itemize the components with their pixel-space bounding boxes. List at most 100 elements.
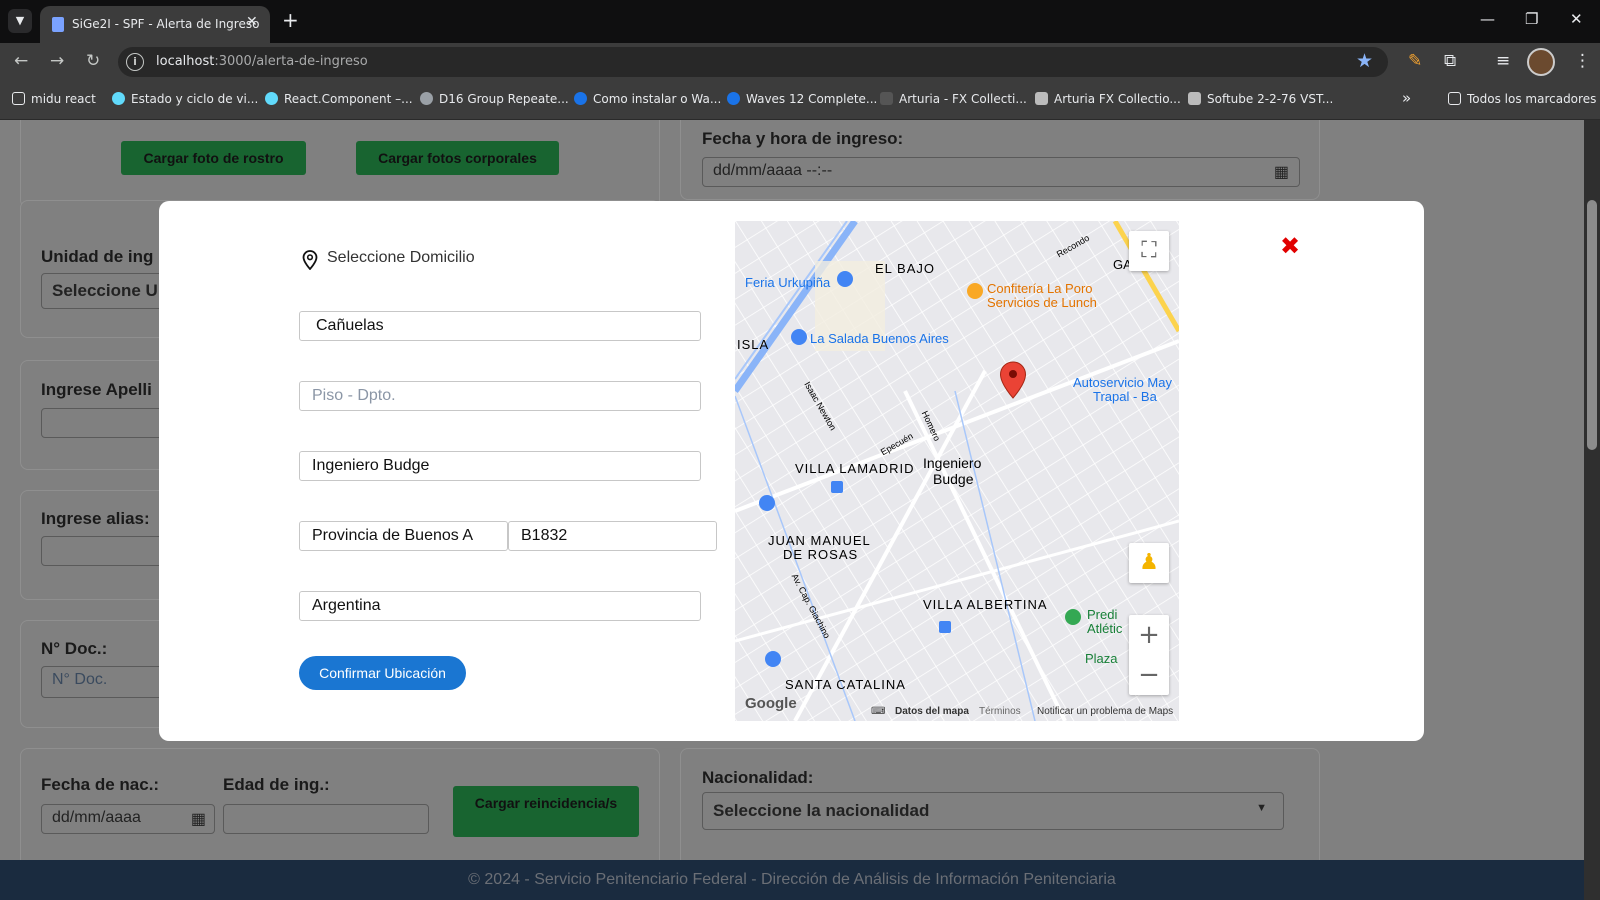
back-icon[interactable]: ← [14, 51, 28, 71]
nationality-select[interactable]: Seleccione la nacionalidad ▼ [702, 792, 1284, 830]
window-close-icon[interactable]: ✕ [1570, 10, 1583, 28]
report-problem-link[interactable]: Notificar un problema de Maps [1037, 706, 1173, 717]
map-label: Servicios de Lunch [987, 295, 1097, 310]
page-scrollbar[interactable] [1584, 120, 1600, 900]
pen-extension-icon[interactable]: ✎ [1408, 51, 1422, 71]
floor-apartment-field[interactable]: Piso - Dpto. [299, 381, 701, 411]
bookmarks-bar: midu react Estado y ciclo de vi... React… [0, 81, 1600, 120]
map-label: VILLA ALBERTINA [923, 597, 1048, 612]
bus-stop-icon[interactable] [831, 481, 843, 493]
tab-title: SiGe2I - SPF - Alerta de Ingreso [72, 17, 260, 31]
bookmark-item[interactable]: D16 Group Repeate... [420, 92, 569, 106]
map-label: Plaza [1085, 651, 1118, 666]
p-site-icon [727, 92, 740, 105]
restore-icon[interactable]: ❐ [1525, 10, 1538, 28]
globe-icon [420, 92, 433, 105]
url-bar[interactable]: i localhost:3000/alerta-de-ingreso ★ [118, 47, 1388, 77]
folder-icon [12, 92, 25, 105]
map-label: Trapal - Ba [1093, 389, 1157, 404]
park-poi-icon[interactable] [1065, 609, 1081, 625]
tab-active[interactable]: SiGe2I - SPF - Alerta de Ingreso ✕ [40, 6, 270, 43]
shopping-poi-icon[interactable] [759, 495, 775, 511]
bookmark-star-icon[interactable]: ★ [1356, 50, 1373, 72]
country-field[interactable]: Argentina [299, 591, 701, 621]
birth-date-input[interactable]: dd/mm/aaaa ▦ [41, 804, 215, 834]
shopping-poi-icon[interactable] [837, 271, 853, 287]
address-toolbar: ← → ↻ i localhost:3000/alerta-de-ingreso… [0, 43, 1600, 81]
map-label: Atlétic [1087, 621, 1123, 636]
locality-field[interactable]: Ingeniero Budge [299, 451, 701, 481]
age-label: Edad de ing.: [223, 775, 330, 794]
reload-icon[interactable]: ↻ [86, 51, 100, 71]
google-logo: Google [745, 695, 797, 712]
site-info-icon[interactable]: i [126, 53, 144, 71]
map-label: La Salada Buenos Aires [810, 331, 949, 346]
all-bookmarks-folder[interactable]: Todos los marcadores [1448, 92, 1596, 106]
calendar-icon[interactable]: ▦ [191, 809, 206, 829]
map-label: EL BAJO [875, 261, 935, 276]
chevron-down-icon: ▼ [1256, 802, 1267, 814]
postal-code-field[interactable]: B1832 [508, 521, 717, 551]
calendar-icon[interactable]: ▦ [1274, 162, 1289, 182]
media-controls-icon[interactable]: ≡ [1496, 51, 1510, 71]
page-footer: © 2024 - Servicio Penitenciario Federal … [0, 860, 1584, 900]
bookmark-item[interactable]: Arturia FX Collectio... [1035, 92, 1181, 106]
terms-link[interactable]: Términos [979, 706, 1021, 717]
image-site-icon [1035, 92, 1048, 105]
scrollbar-thumb[interactable] [1587, 200, 1597, 450]
shopping-poi-icon[interactable] [791, 329, 807, 345]
profile-avatar[interactable] [1527, 48, 1555, 76]
zoom-out-button[interactable]: − [1129, 655, 1169, 695]
browser-tab-strip: ▼ SiGe2I - SPF - Alerta de Ingreso ✕ + —… [0, 0, 1600, 43]
map-label: SANTA CATALINA [785, 677, 906, 692]
bookmark-item[interactable]: Estado y ciclo de vi... [112, 92, 258, 106]
tab-search-chevron-icon[interactable]: ▼ [8, 9, 32, 33]
map-marker-icon[interactable] [999, 361, 1027, 399]
map-label: Budge [933, 471, 974, 487]
doc-label: N° Doc.: [41, 639, 108, 658]
alias-label: Ingrese alias: [41, 509, 150, 528]
close-modal-icon[interactable]: ✖ [1280, 232, 1300, 260]
page-content: Cargar foto de rostro Cargar fotos corpo… [0, 120, 1600, 900]
zoom-in-button[interactable]: + [1129, 615, 1169, 655]
tab-close-icon[interactable]: ✕ [246, 14, 258, 30]
confirm-location-button[interactable]: Confirmar Ubicación [299, 656, 466, 690]
bookmark-item[interactable]: React.Component –... [265, 92, 413, 106]
url-text: localhost:3000/alerta-de-ingreso [156, 54, 368, 69]
entry-datetime-label: Fecha y hora de ingreso: [702, 129, 904, 148]
age-input[interactable] [223, 804, 429, 834]
menu-kebab-icon[interactable]: ⋮ [1574, 51, 1591, 71]
modal-title: Seleccione Domicilio [327, 249, 475, 266]
forward-icon[interactable]: → [50, 51, 64, 71]
street-view-pegman-icon[interactable]: ♟ [1129, 543, 1169, 583]
bookmark-item[interactable]: midu react [12, 92, 96, 106]
bookmark-item[interactable]: Waves 12 Complete... [727, 92, 877, 106]
street-field[interactable]: Cañuelas [299, 311, 701, 341]
address-modal: Seleccione Domicilio Cañuelas Piso - Dpt… [159, 201, 1424, 741]
bus-stop-icon[interactable] [939, 621, 951, 633]
entry-datetime-input[interactable]: dd/mm/aaaa --:-- ▦ [702, 157, 1300, 187]
map-label: ISLA [737, 337, 770, 352]
bookmark-item[interactable]: Softube 2-2-76 VST... [1188, 92, 1333, 106]
google-map[interactable]: EL BAJO Feria Urkupiña Confitería La Por… [735, 221, 1179, 721]
extensions-puzzle-icon[interactable]: ⧉ [1444, 51, 1456, 71]
map-label: JUAN MANUEL [768, 533, 871, 548]
upload-face-photo-button[interactable]: Cargar foto de rostro [121, 141, 306, 175]
upload-body-photos-button[interactable]: Cargar fotos corporales [356, 141, 559, 175]
react-icon [112, 92, 125, 105]
province-field[interactable]: Provincia de Buenos A [299, 521, 508, 551]
bookmark-item[interactable]: Como instalar o Wa... [574, 92, 721, 106]
fullscreen-icon[interactable]: ⛶ [1129, 231, 1169, 271]
react-icon [265, 92, 278, 105]
upload-recidivism-button[interactable]: Cargar reincidencia/s [453, 786, 639, 837]
shopping-poi-icon[interactable] [765, 651, 781, 667]
bookmark-item[interactable]: Arturia - FX Collecti... [880, 92, 1027, 106]
map-data-link[interactable]: Datos del mapa [895, 706, 969, 717]
tab-favicon-icon [52, 17, 64, 32]
restaurant-poi-icon[interactable] [967, 283, 983, 299]
bookmarks-overflow-icon[interactable]: » [1402, 89, 1411, 107]
map-label: Autoservicio May [1073, 375, 1172, 390]
new-tab-button[interactable]: + [282, 9, 299, 31]
folder-icon [1448, 92, 1461, 105]
minimize-icon[interactable]: — [1480, 10, 1495, 28]
